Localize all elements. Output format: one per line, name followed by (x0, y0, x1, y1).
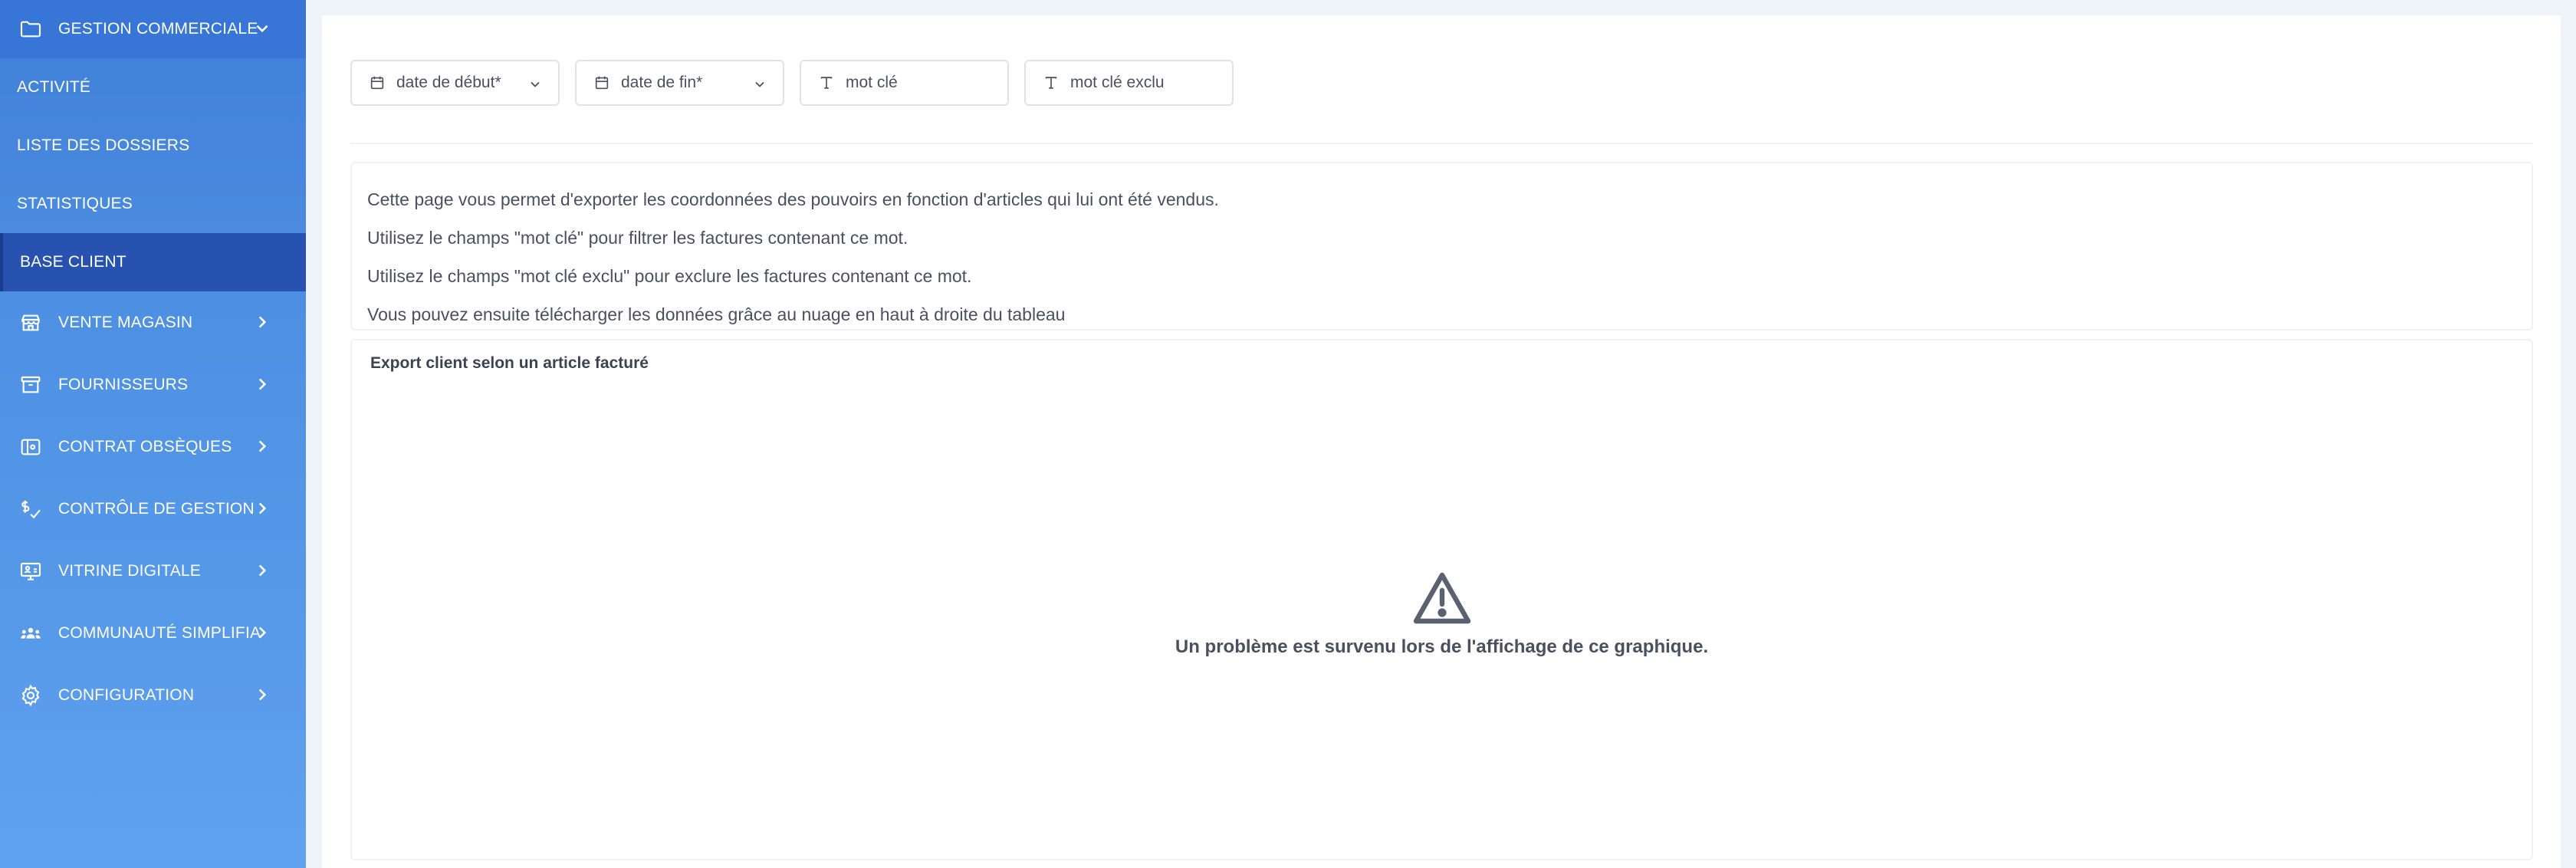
chevron-down-icon (755, 81, 764, 87)
folder-icon (17, 15, 44, 43)
screen-user-icon (17, 557, 44, 585)
chevron-down-icon (531, 81, 540, 87)
chart-title: Export client selon un article facturé (370, 354, 649, 372)
sidebar-item-label: FOURNISSEURS (58, 375, 189, 393)
sidebar-item-label: VITRINE DIGITALE (58, 561, 202, 580)
sidebar-item-base-client[interactable]: BASE CLIENT (0, 233, 306, 291)
start-date-label: date de début* (396, 74, 501, 91)
archive-icon (17, 371, 44, 399)
end-date-label: date de fin* (621, 74, 703, 91)
chevron-right-icon (252, 436, 272, 460)
sidebar-item-liste-des-dossiers[interactable]: LISTE DES DOSSIERS (0, 117, 306, 175)
sidebar-item-label: LISTE DES DOSSIERS (17, 136, 190, 154)
chevron-right-icon (252, 685, 272, 709)
sidebar-item-label: CONTRÔLE DE GESTION (58, 499, 255, 518)
group-icon (17, 620, 44, 647)
excluded-keyword-label: mot clé exclu (1070, 74, 1165, 91)
info-line: Vous pouvez ensuite télécharger les donn… (367, 304, 1066, 324)
sidebar-item-fournisseurs[interactable]: FOURNISSEURS (0, 353, 306, 416)
warning-icon (1413, 572, 1470, 624)
sidebar-item-label: STATISTIQUES (17, 195, 133, 212)
store-icon (17, 309, 44, 337)
start-date-select[interactable]: date de début* (350, 60, 560, 106)
sidebar-item-label: CONFIGURATION (58, 686, 195, 704)
calendar-icon (370, 76, 384, 90)
text-icon (1045, 77, 1057, 89)
chevron-right-icon (252, 312, 272, 336)
divider (350, 143, 2533, 144)
calendar-icon (595, 76, 609, 90)
sidebar-item-controle-de-gestion[interactable]: CONTRÔLE DE GESTION (0, 478, 306, 540)
excluded-keyword-input[interactable]: mot clé exclu (1024, 60, 1234, 106)
sidebar-item-contrat-obseques[interactable]: CONTRAT OBSÈQUES (0, 416, 306, 478)
sidebar-item-label: ACTIVITÉ (17, 78, 91, 96)
chart-error: Un problème est survenu lors de l'affich… (352, 570, 2532, 658)
main-content: date de début* date de fin* mot clé mot … (322, 15, 2561, 868)
sidebar-section-gestion-commerciale[interactable]: GESTION COMMERCIALE (0, 0, 306, 58)
gear-icon (17, 682, 44, 709)
chevron-right-icon (252, 561, 272, 584)
sidebar-item-activite[interactable]: ACTIVITÉ (0, 58, 306, 117)
sidebar-item-label: CONTRAT OBSÈQUES (58, 437, 232, 455)
sidebar-item-vitrine-digitale[interactable]: VITRINE DIGITALE (0, 540, 306, 602)
sidebar-item-label: COMMUNAUTÉ SIMPLIFIA (58, 623, 261, 642)
sidebar-item-configuration[interactable]: CONFIGURATION (0, 664, 306, 726)
info-line: Utilisez le champs "mot clé" pour filtre… (367, 228, 909, 248)
sidebar-item-vente-magasin[interactable]: VENTE MAGASIN (0, 291, 306, 353)
chart-card: Export client selon un article facturé U… (350, 339, 2533, 860)
wallet-icon (17, 433, 44, 461)
end-date-select[interactable]: date de fin* (575, 60, 784, 106)
sidebar-item-communaute-simplifia[interactable]: COMMUNAUTÉ SIMPLIFIA (0, 602, 306, 664)
chevron-right-icon (252, 623, 272, 646)
sidebar-item-statistiques[interactable]: STATISTIQUES (0, 175, 306, 233)
keyword-input[interactable]: mot clé (800, 60, 1009, 106)
sidebar-item-label: VENTE MAGASIN (58, 313, 193, 331)
sidebar-section-label: GESTION COMMERCIALE (58, 20, 258, 38)
chevron-right-icon (252, 498, 272, 522)
keyword-label: mot clé (846, 74, 898, 91)
dollar-check-icon (17, 495, 44, 523)
chevron-down-icon (252, 18, 272, 42)
info-line: Cette page vous permet d'exporter les co… (367, 189, 1219, 209)
sidebar-item-label: BASE CLIENT (20, 253, 127, 271)
sidebar: GESTION COMMERCIALE ACTIVITÉ LISTE DES D… (0, 0, 306, 868)
info-line: Utilisez le champs "mot clé exclu" pour … (367, 266, 972, 286)
chart-error-message: Un problème est survenu lors de l'affich… (1175, 636, 1709, 657)
filter-bar: date de début* date de fin* mot clé mot … (350, 60, 1234, 106)
text-icon (820, 77, 833, 89)
chevron-right-icon (252, 374, 272, 398)
info-card: Cette page vous permet d'exporter les co… (350, 162, 2533, 330)
